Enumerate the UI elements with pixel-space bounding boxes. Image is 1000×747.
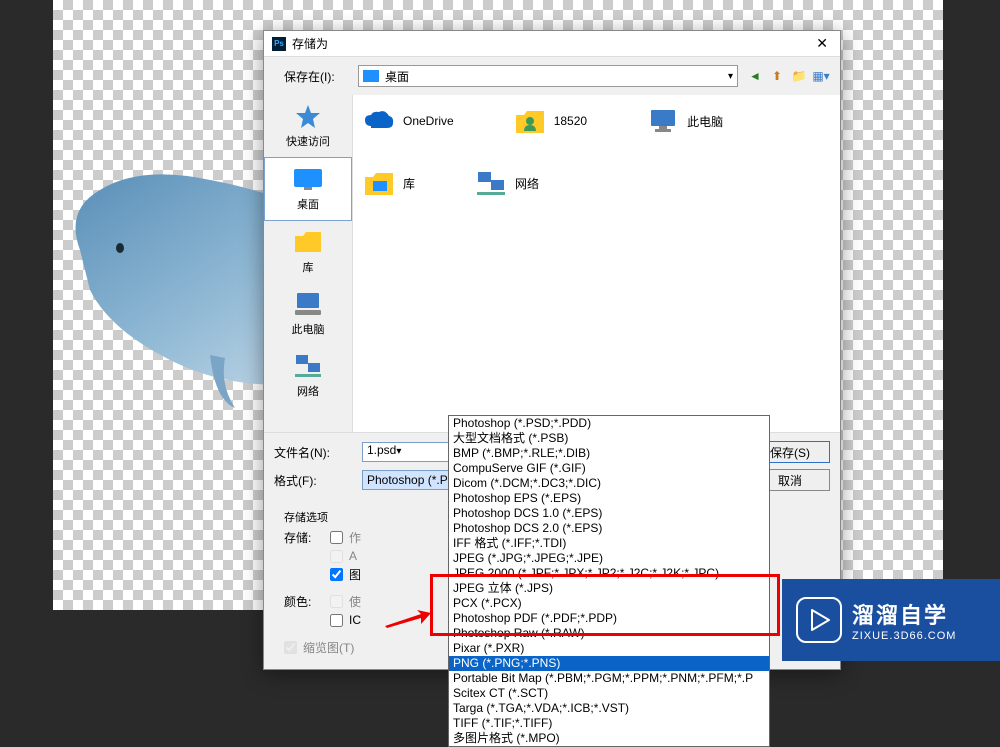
format-dropdown-list[interactable]: Photoshop (*.PSD;*.PDD)大型文档格式 (*.PSB)BMP… xyxy=(448,415,770,747)
new-folder-icon[interactable]: 📁 xyxy=(790,67,808,85)
format-option[interactable]: Photoshop DCS 1.0 (*.EPS) xyxy=(449,506,769,521)
format-option[interactable]: Photoshop PDF (*.PDF;*.PDP) xyxy=(449,611,769,626)
file-label: 18520 xyxy=(554,114,587,128)
pc-icon xyxy=(292,291,324,317)
file-label: OneDrive xyxy=(403,114,454,128)
network-icon xyxy=(475,169,507,197)
sidebar-item-quickaccess[interactable]: 快速访问 xyxy=(264,95,352,157)
format-option[interactable]: Photoshop (*.PSD;*.PDD) xyxy=(449,416,769,431)
file-item-user[interactable]: 18520 xyxy=(514,105,587,137)
desktop-icon xyxy=(292,166,324,192)
annotation-arrow-icon xyxy=(383,608,433,630)
view-icon[interactable]: ▦▾ xyxy=(812,67,830,85)
folder-icon xyxy=(292,229,324,255)
format-option[interactable]: 多图片格式 (*.MPO) xyxy=(449,731,769,746)
savein-dropdown[interactable]: 桌面 ▾ xyxy=(358,65,738,87)
sidebar-item-desktop[interactable]: 桌面 xyxy=(264,157,352,221)
file-item-thispc[interactable]: 此电脑 xyxy=(647,105,723,137)
watermark-url: ZIXUE.3D66.COM xyxy=(852,630,956,642)
file-item-onedrive[interactable]: OneDrive xyxy=(363,105,454,137)
chevron-down-icon: ▾ xyxy=(728,71,733,82)
file-item-library[interactable]: 库 xyxy=(363,167,415,199)
file-label: 此电脑 xyxy=(687,113,723,130)
sidebar-item-label: 库 xyxy=(303,259,314,275)
desktop-mini-icon xyxy=(363,70,379,82)
sidebar-item-label: 桌面 xyxy=(297,196,319,212)
onedrive-icon xyxy=(363,107,395,135)
format-option[interactable]: Targa (*.TGA;*.VDA;*.ICB;*.VST) xyxy=(449,701,769,716)
user-folder-icon xyxy=(514,107,546,135)
toolbar-icons: ◄ ⬆ 📁 ▦▾ xyxy=(746,67,830,85)
checkbox-proof xyxy=(330,595,343,608)
sidebar-item-label: 快速访问 xyxy=(286,133,330,149)
watermark: 溜溜自学 ZIXUE.3D66.COM xyxy=(782,579,1000,661)
up-icon[interactable]: ⬆ xyxy=(768,67,786,85)
close-icon[interactable]: ✕ xyxy=(812,35,832,52)
file-item-network[interactable]: 网络 xyxy=(475,167,539,199)
format-option[interactable]: IFF 格式 (*.IFF;*.TDI) xyxy=(449,536,769,551)
play-icon xyxy=(796,597,842,643)
format-option[interactable]: PCX (*.PCX) xyxy=(449,596,769,611)
sidebar-item-network[interactable]: 网络 xyxy=(264,345,352,407)
format-option[interactable]: JPEG 2000 (*.JPF;*.JPX;*.JP2;*.J2C;*.J2K… xyxy=(449,566,769,581)
format-option[interactable]: TIFF (*.TIF;*.TIFF) xyxy=(449,716,769,731)
format-option[interactable]: JPEG (*.JPG;*.JPEG;*.JPE) xyxy=(449,551,769,566)
savein-label: 保存在(I): xyxy=(284,68,350,85)
dialog-title: 存储为 xyxy=(292,35,812,52)
sidebar-item-thispc[interactable]: 此电脑 xyxy=(264,283,352,345)
filename-label: 文件名(N): xyxy=(274,444,352,461)
checkbox-icc[interactable] xyxy=(330,614,343,627)
library-icon xyxy=(363,169,395,197)
format-option[interactable]: PNG (*.PNG;*.PNS) xyxy=(449,656,769,671)
checkbox-thumb xyxy=(284,641,297,654)
file-label: 网络 xyxy=(515,175,539,192)
titlebar: Ps 存储为 ✕ xyxy=(264,31,840,57)
format-option[interactable]: JPEG 立体 (*.JPS) xyxy=(449,581,769,596)
star-icon xyxy=(292,103,324,129)
format-option[interactable]: Photoshop DCS 2.0 (*.EPS) xyxy=(449,521,769,536)
places-sidebar: 快速访问 桌面 库 此电脑 网络 xyxy=(264,95,353,432)
watermark-brand: 溜溜自学 xyxy=(852,598,956,630)
file-label: 库 xyxy=(403,175,415,192)
format-option[interactable]: Pixar (*.PXR) xyxy=(449,641,769,656)
file-list[interactable]: OneDrive 18520 此电脑 库 网络 xyxy=(353,95,840,432)
sidebar-item-label: 网络 xyxy=(297,383,319,399)
format-option[interactable]: Photoshop Raw (*.RAW) xyxy=(449,626,769,641)
savein-value: 桌面 xyxy=(385,68,409,85)
sidebar-item-library[interactable]: 库 xyxy=(264,221,352,283)
storage-sub-label: 存储: xyxy=(284,529,324,546)
format-label: 格式(F): xyxy=(274,472,352,489)
photoshop-icon: Ps xyxy=(272,37,286,51)
pc-icon xyxy=(647,107,679,135)
color-label: 颜色: xyxy=(284,593,324,610)
checkbox-alpha xyxy=(330,550,343,563)
format-option[interactable]: 大型文档格式 (*.PSB) xyxy=(449,431,769,446)
format-option[interactable]: Portable Bit Map (*.PBM;*.PGM;*.PPM;*.PN… xyxy=(449,671,769,686)
format-option[interactable]: Dicom (*.DCM;*.DC3;*.DIC) xyxy=(449,476,769,491)
format-option[interactable]: Photoshop EPS (*.EPS) xyxy=(449,491,769,506)
checkbox-copy[interactable] xyxy=(330,531,343,544)
format-option[interactable]: Scitex CT (*.SCT) xyxy=(449,686,769,701)
back-icon[interactable]: ◄ xyxy=(746,67,764,85)
format-option[interactable]: BMP (*.BMP;*.RLE;*.DIB) xyxy=(449,446,769,461)
format-option[interactable]: CompuServe GIF (*.GIF) xyxy=(449,461,769,476)
sidebar-item-label: 此电脑 xyxy=(292,321,325,337)
savein-row: 保存在(I): 桌面 ▾ ◄ ⬆ 📁 ▦▾ xyxy=(264,57,840,95)
checkbox-layers[interactable] xyxy=(330,568,343,581)
network-icon xyxy=(292,353,324,379)
